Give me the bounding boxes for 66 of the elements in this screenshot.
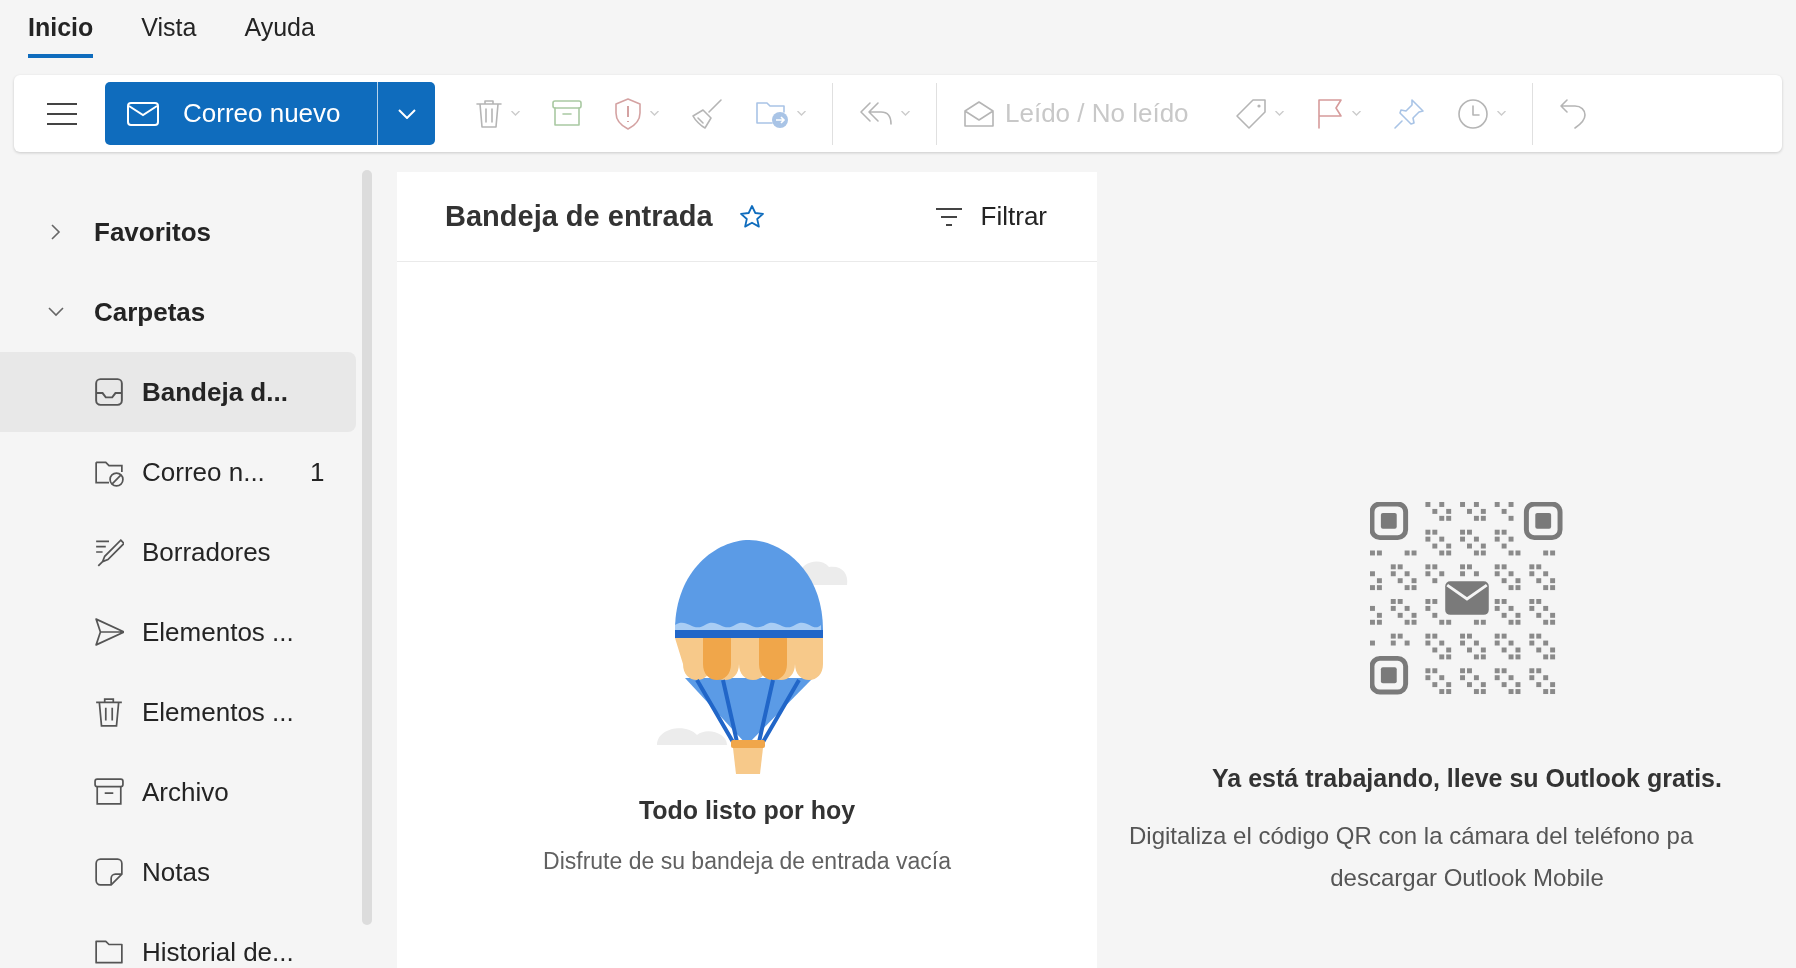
archive-button[interactable]: [552, 99, 582, 128]
trash-icon: [94, 697, 124, 727]
unread-count: 1: [310, 455, 325, 489]
shield-alert-icon: [614, 97, 642, 130]
caret-icon: [650, 111, 659, 116]
delete-button[interactable]: [475, 98, 520, 129]
caret-icon: [1496, 111, 1506, 116]
promo-text: Digitaliza el código QR con la cámara del teléfono pa: [1129, 820, 1694, 851]
caret-icon: [901, 111, 910, 116]
folder-item[interactable]: Historial de...: [0, 912, 356, 968]
promo-text: descargar Outlook Mobile: [1330, 862, 1604, 893]
menu-tab[interactable]: Inicio: [28, 8, 94, 58]
report-button[interactable]: [614, 97, 659, 130]
star-icon: [738, 203, 765, 230]
promo-heading: Ya está trabajando, lleve su Outlook gratis.: [1212, 763, 1722, 794]
menu-tab[interactable]: Ayuda: [244, 8, 315, 58]
archive-box-icon: [552, 99, 582, 128]
folder-item[interactable]: Bandeja d...: [0, 352, 356, 432]
paper-plane-icon: [94, 617, 124, 647]
archive-box-icon: [94, 777, 124, 807]
pushpin-icon: [1392, 97, 1425, 130]
menu-tab[interactable]: Vista: [141, 8, 197, 58]
sweep-button[interactable]: [691, 97, 723, 130]
menu-icon: [46, 101, 78, 126]
filter-icon: [934, 206, 963, 227]
categorize-button[interactable]: [1234, 97, 1284, 130]
envelope-icon: [127, 101, 159, 126]
trash-icon: [475, 98, 503, 129]
folder-item[interactable]: Notas: [0, 832, 356, 912]
folder-item[interactable]: Elementos ...: [0, 672, 356, 752]
folder-item[interactable]: Borradores: [0, 512, 356, 592]
flag-button[interactable]: [1315, 97, 1361, 130]
reply-all-icon: [859, 100, 893, 127]
folder-item[interactable]: Elementos ...: [0, 592, 356, 672]
menu-button[interactable]: [46, 101, 78, 126]
caret-icon: [511, 111, 520, 116]
favorite-button[interactable]: [738, 203, 765, 230]
broom-icon: [691, 97, 723, 130]
reply-all-button[interactable]: [859, 100, 910, 127]
folder-icon: [94, 937, 124, 967]
pencil-lines-icon: [94, 537, 124, 567]
empty-state-title: Todo listo por hoy: [638, 795, 856, 826]
clock-icon: [1456, 97, 1489, 130]
pin-button[interactable]: [1392, 97, 1425, 130]
snooze-button[interactable]: [1456, 97, 1506, 130]
undo-icon: [1558, 97, 1587, 130]
caret-icon: [797, 111, 806, 116]
new-mail-button[interactable]: Correo nuevo: [105, 82, 377, 145]
caret-icon: [1274, 111, 1284, 116]
folder-group-header[interactable]: Carpetas: [0, 272, 362, 352]
chevron-down-icon: [397, 108, 416, 119]
folder-item[interactable]: Archivo: [0, 752, 356, 832]
folder-group-header[interactable]: Favoritos: [0, 192, 362, 272]
filter-button[interactable]: Filtrar: [934, 197, 1047, 236]
open-envelope-icon: [963, 99, 995, 128]
folder-item[interactable]: Correo n... 1: [0, 432, 356, 512]
folder-title: Bandeja de entrada: [445, 198, 713, 234]
tag-icon: [1234, 97, 1267, 130]
flag-icon: [1315, 97, 1344, 130]
empty-state-message: Disfrute de su bandeja de entrada vacía: [543, 846, 951, 876]
new-mail-dropdown[interactable]: [377, 82, 435, 145]
caret-icon: [1351, 111, 1361, 116]
undo-button[interactable]: [1558, 97, 1587, 130]
note-icon: [94, 857, 124, 887]
inbox-tray-icon: [94, 377, 124, 407]
scrollbar[interactable]: [362, 170, 372, 925]
